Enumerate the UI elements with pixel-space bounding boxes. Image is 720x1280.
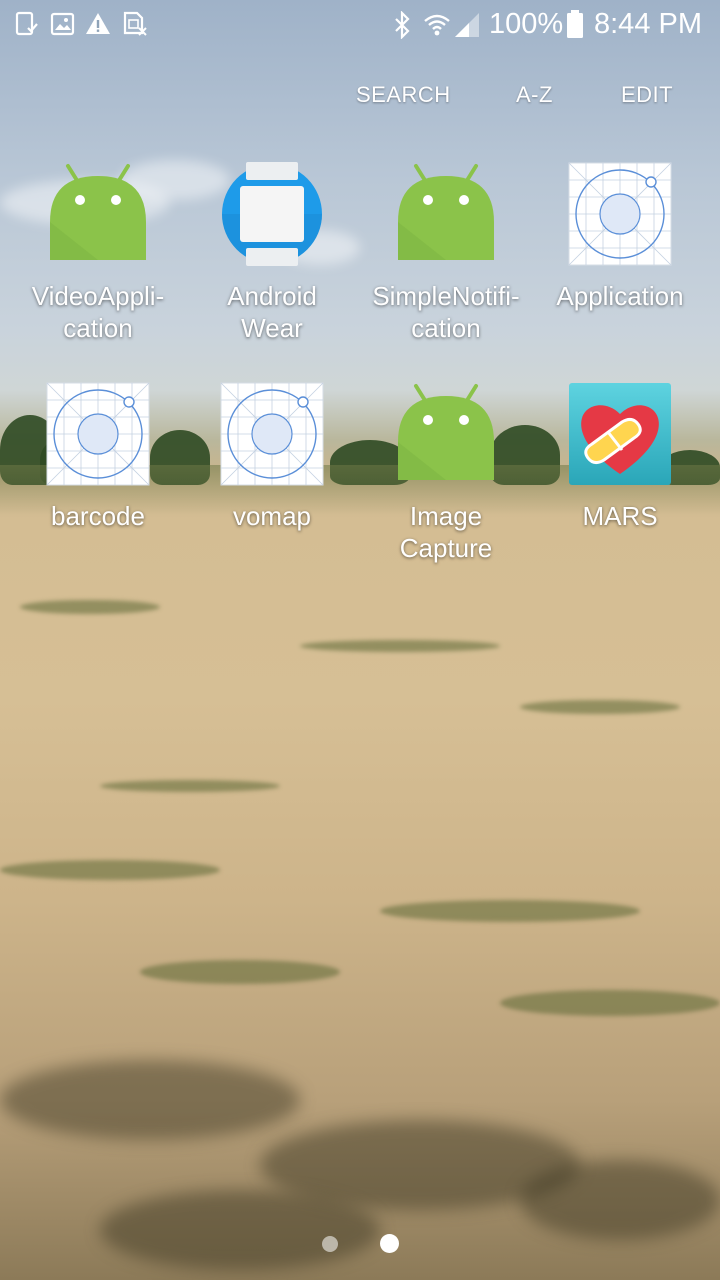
apps-toolbar: SEARCH A-Z EDIT: [0, 82, 720, 114]
wifi-icon: [423, 11, 451, 44]
android-robot-icon: [394, 382, 498, 486]
app-image-capture[interactable]: Image Capture: [358, 382, 534, 564]
app-label: barcode: [51, 501, 145, 531]
app-label: Application: [556, 281, 684, 311]
default-app-icon: [220, 382, 324, 486]
app-barcode[interactable]: barcode: [10, 382, 186, 532]
android-wear-icon: [220, 162, 324, 266]
signal-icon: [453, 11, 481, 44]
app-android-wear[interactable]: Android Wear: [184, 162, 360, 344]
app-label: vomap: [232, 501, 312, 531]
gallery-icon: [50, 11, 76, 42]
page-dot-1[interactable]: [322, 1236, 338, 1252]
battery-percent: 100%: [489, 8, 564, 40]
app-label: Android Wear: [227, 281, 317, 343]
app-videoapplication[interactable]: VideoAppli- cation: [10, 162, 186, 344]
screenshot-icon: [14, 11, 40, 42]
bluetooth-icon: [392, 10, 414, 44]
app-label: SimpleNotifi- cation: [372, 281, 520, 343]
app-label: VideoAppli- cation: [31, 281, 165, 343]
app-application[interactable]: Application: [532, 162, 708, 312]
android-robot-icon: [46, 162, 150, 266]
az-sort-button[interactable]: A-Z: [516, 82, 553, 108]
warning-icon: [85, 11, 111, 42]
app-vomap[interactable]: vomap: [184, 382, 360, 532]
android-robot-icon: [394, 162, 498, 266]
edit-button[interactable]: EDIT: [621, 82, 673, 108]
app-label: Image Capture: [399, 501, 493, 563]
page-dot-2-active[interactable]: [380, 1234, 399, 1253]
app-simplenotification[interactable]: SimpleNotifi- cation: [358, 162, 534, 344]
battery-icon: [566, 9, 584, 44]
search-button[interactable]: SEARCH: [356, 82, 451, 108]
heart-pill-icon: [568, 382, 672, 486]
status-bar: 100% 8:44 PM: [0, 0, 720, 48]
default-app-icon: [568, 162, 672, 266]
app-label: MARS: [582, 501, 658, 531]
sim-off-icon: [122, 11, 148, 42]
clock: 8:44 PM: [594, 8, 702, 40]
app-mars[interactable]: MARS: [532, 382, 708, 532]
default-app-icon: [46, 382, 150, 486]
